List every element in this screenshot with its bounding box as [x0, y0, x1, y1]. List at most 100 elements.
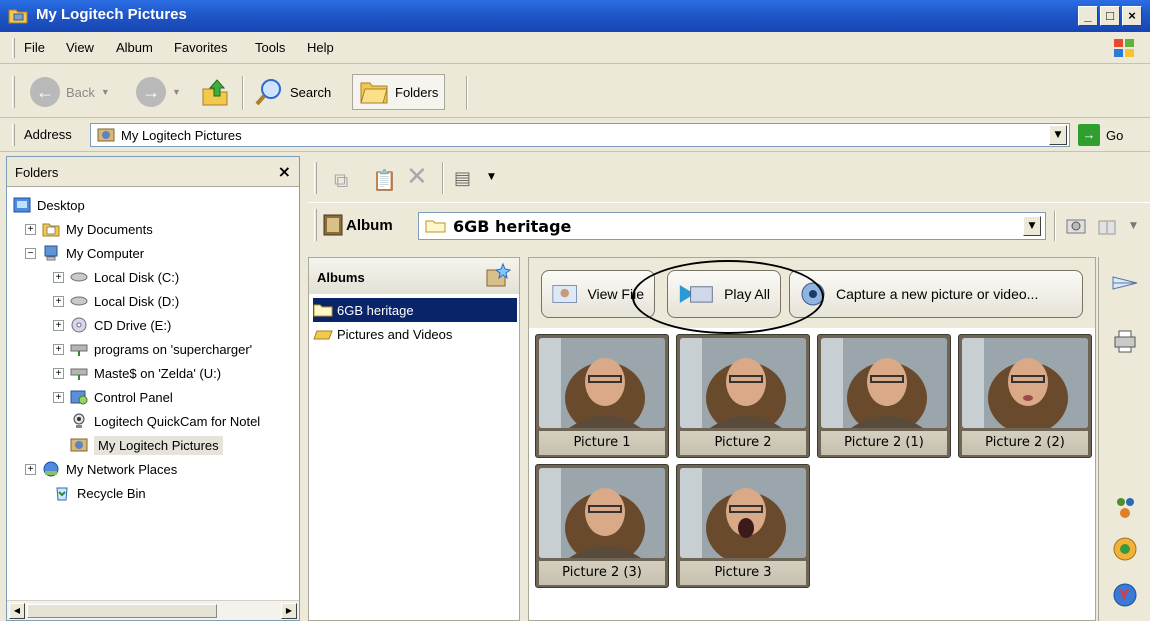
thumbnail-picture-2-1[interactable]: Picture 2 (1) [817, 334, 951, 458]
expand-icon[interactable]: + [53, 295, 64, 307]
tree-label: Control Panel [94, 389, 173, 405]
new-album-icon[interactable] [483, 262, 511, 290]
go-label: Go [1106, 127, 1124, 143]
menu-grip [12, 38, 15, 58]
photo [680, 338, 806, 428]
scroll-left-icon[interactable]: ◀ [9, 603, 25, 619]
collapse-icon[interactable]: − [25, 247, 36, 259]
camera-folder-icon [8, 9, 28, 24]
close-icon[interactable]: × [278, 162, 291, 181]
thumbnail-picture-2-3[interactable]: Picture 2 (3) [535, 464, 669, 588]
tree-item-desktop[interactable]: Desktop [13, 193, 85, 217]
album-item-label: 6GB heritage [337, 302, 414, 318]
share-dropdown-icon[interactable]: ▼ [1130, 221, 1137, 231]
tree-item-logitech-quickcam[interactable]: Logitech QuickCam for Notel [70, 409, 260, 433]
thumbnail-picture-2-2[interactable]: Picture 2 (2) [958, 334, 1092, 458]
tree-label: programs on 'supercharger' [94, 341, 253, 357]
people-share-icon[interactable] [1111, 493, 1139, 521]
tree-item-my-computer[interactable]: − My Computer [25, 241, 144, 265]
tree-item-local-disk-d[interactable]: + Local Disk (D:) [53, 289, 179, 313]
address-value: My Logitech Pictures [121, 128, 242, 143]
menu-album[interactable]: Album [116, 40, 153, 55]
expand-icon[interactable]: + [53, 391, 64, 403]
thumbnail-picture-1[interactable]: Picture 1 [535, 334, 669, 458]
tree-item-zelda-network-drive[interactable]: + Maste$ on 'Zelda' (U:) [53, 361, 221, 385]
menu-favorites[interactable]: Favorites [174, 40, 227, 55]
search-button[interactable]: Search [254, 74, 331, 110]
expand-icon[interactable]: + [53, 367, 64, 379]
back-dropdown-icon[interactable]: ▼ [101, 87, 110, 97]
scroll-thumb[interactable] [27, 604, 217, 618]
expand-icon[interactable]: + [53, 343, 64, 355]
album-content: View File Play All Capture a new picture… [528, 257, 1096, 621]
paste-icon[interactable]: 📋 [372, 168, 397, 192]
capture-label: Capture a new picture or video... [836, 286, 1039, 302]
albums-pane-title: Albums [317, 270, 365, 285]
web-service-icon[interactable] [1111, 535, 1139, 563]
view-file-button[interactable]: View File [541, 270, 655, 318]
tree-item-my-documents[interactable]: + My Documents [25, 217, 153, 241]
tree-item-programs-network-drive[interactable]: + programs on 'supercharger' [53, 337, 252, 361]
forward-dropdown-icon[interactable]: ▼ [172, 87, 181, 97]
address-dropdown-icon[interactable]: ▼ [1049, 125, 1067, 145]
network-drive-icon [70, 368, 88, 380]
menu-view[interactable]: View [66, 40, 94, 55]
toolbar-separator [242, 76, 244, 110]
horizontal-scrollbar[interactable]: ◀ ▶ [7, 600, 299, 620]
hard-disk-icon [70, 272, 88, 282]
copy-icon[interactable]: ⧉ [334, 168, 348, 192]
folders-button[interactable]: Folders [352, 74, 446, 110]
toolbar-grip [314, 209, 317, 241]
album-book-icon [323, 214, 343, 236]
tree-item-my-logitech-pictures[interactable]: My Logitech Pictures [70, 433, 223, 457]
maximize-button[interactable]: □ [1100, 6, 1120, 26]
close-window-button[interactable]: × [1122, 6, 1142, 26]
up-folder-button[interactable] [200, 74, 230, 110]
address-bar: Address My Logitech Pictures ▼ → Go [0, 118, 1150, 152]
tree-item-recycle-bin[interactable]: Recycle Bin [53, 481, 146, 505]
play-all-button[interactable]: Play All [667, 270, 781, 318]
minimize-button[interactable]: _ [1078, 6, 1098, 26]
thumbnail-caption: Picture 2 (1) [821, 431, 947, 455]
album-item-6gb-heritage[interactable]: 6GB heritage [313, 298, 517, 322]
play-all-icon [679, 284, 713, 304]
menu-help[interactable]: Help [307, 40, 334, 55]
my-computer-icon [44, 245, 58, 261]
send-email-icon[interactable] [1111, 271, 1139, 299]
camera-capture-icon[interactable] [1064, 213, 1088, 237]
views-dropdown-icon[interactable]: ▼ [488, 172, 495, 182]
go-button[interactable]: → Go [1078, 124, 1123, 146]
tree-item-control-panel[interactable]: + Control Panel [53, 385, 173, 409]
forward-button[interactable]: → ▼ [136, 74, 181, 110]
expand-icon[interactable]: + [25, 463, 36, 475]
delete-icon[interactable]: ✕ [406, 162, 428, 192]
back-arrow-icon: ← [30, 77, 60, 107]
menu-file[interactable]: File [24, 40, 45, 55]
thumbnail-picture-2[interactable]: Picture 2 [676, 334, 810, 458]
album-dropdown-icon[interactable]: ▼ [1023, 216, 1041, 236]
capture-button[interactable]: Capture a new picture or video... [789, 270, 1083, 318]
menu-tools[interactable]: Tools [255, 40, 285, 55]
back-button[interactable]: ← Back ▼ [30, 74, 110, 110]
album-item-pictures-and-videos[interactable]: Pictures and Videos [313, 322, 452, 346]
gift-share-icon[interactable] [1096, 213, 1118, 237]
scroll-right-icon[interactable]: ▶ [281, 603, 297, 619]
expand-icon[interactable]: + [53, 319, 64, 331]
album-select[interactable]: 6GB heritage ▼ [418, 212, 1046, 240]
title-bar: My Logitech Pictures _ □ × [0, 0, 1150, 32]
tree-label: My Network Places [66, 461, 178, 477]
photo [962, 338, 1088, 428]
expand-icon[interactable]: + [53, 271, 64, 283]
views-icon[interactable]: ▤ [454, 168, 471, 189]
tree-label: My Documents [66, 221, 153, 237]
expand-icon[interactable]: + [25, 223, 36, 235]
forward-arrow-icon: → [136, 77, 166, 107]
tree-item-local-disk-c[interactable]: + Local Disk (C:) [53, 265, 179, 289]
yahoo-icon[interactable]: Y [1111, 581, 1139, 609]
toolbar-separator [442, 162, 444, 194]
tree-item-my-network-places[interactable]: + My Network Places [25, 457, 177, 481]
tree-item-cd-drive[interactable]: + CD Drive (E:) [53, 313, 171, 337]
printer-icon[interactable] [1111, 327, 1139, 355]
address-input[interactable]: My Logitech Pictures ▼ [90, 123, 1070, 147]
thumbnail-picture-3[interactable]: Picture 3 [676, 464, 810, 588]
